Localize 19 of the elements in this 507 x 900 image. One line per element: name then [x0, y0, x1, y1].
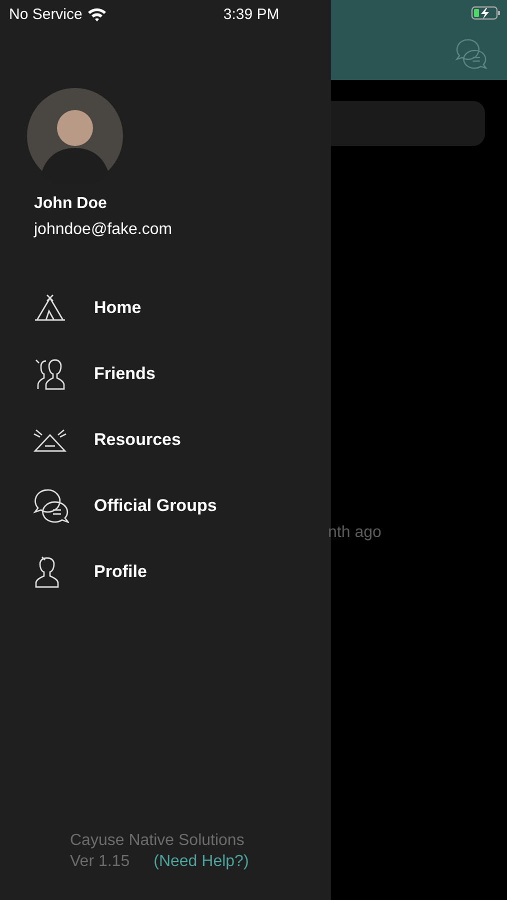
- menu-item[interactable]: Resources: [0, 407, 331, 473]
- wifi-icon: [87, 6, 108, 22]
- menu-item[interactable]: Home: [0, 275, 331, 341]
- mountain-icon: [33, 427, 67, 453]
- time-ago-text: nth ago: [328, 524, 382, 542]
- company-name: Cayuse Native Solutions: [70, 831, 246, 851]
- carrier-text: No Service: [9, 6, 82, 22]
- menu-item[interactable]: Profile: [0, 539, 331, 605]
- user-email: johndoe@fake.com: [34, 221, 174, 239]
- help-link[interactable]: (Need Help?): [154, 851, 249, 872]
- user-name: John Doe: [34, 195, 108, 213]
- tipi-icon: [33, 294, 67, 322]
- clock-time: 3:39 PM: [223, 6, 280, 22]
- battery-charging-icon: [471, 6, 501, 20]
- people-icon: [33, 357, 67, 391]
- chat-bubbles-icon[interactable]: [455, 38, 487, 70]
- version-text: Ver 1.15: [70, 852, 130, 872]
- chat-bubbles-icon: [33, 488, 69, 524]
- menu-item[interactable]: Friends: [0, 341, 331, 407]
